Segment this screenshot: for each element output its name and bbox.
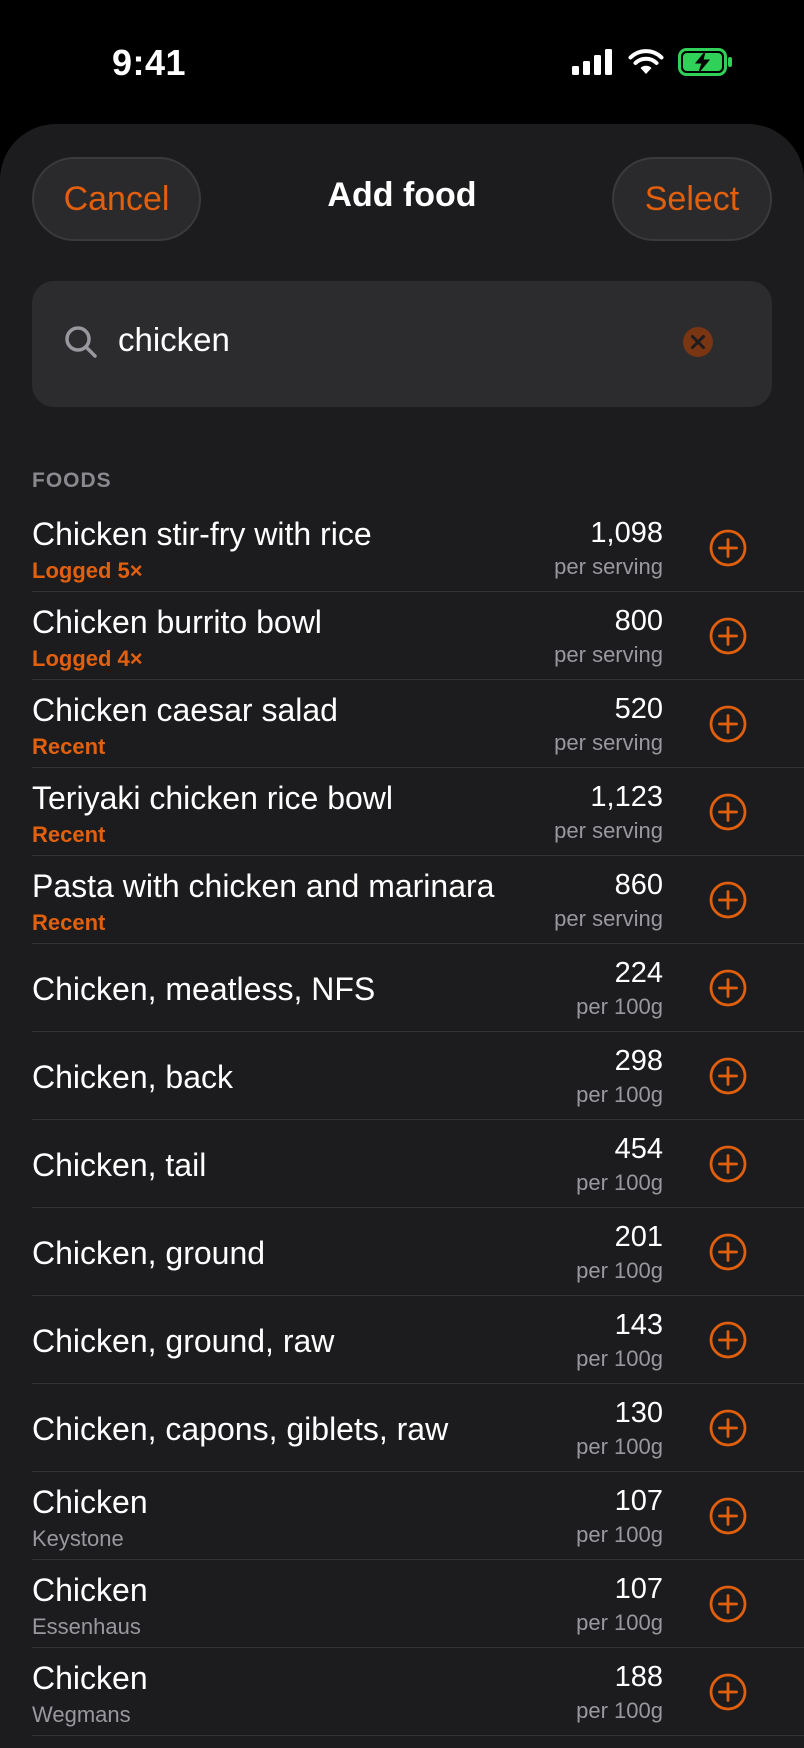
battery-charging-icon <box>678 48 732 76</box>
food-brand: Keystone <box>32 1526 124 1551</box>
food-name: Chicken stir-fry with rice <box>32 516 372 552</box>
food-serving-unit: per 100g <box>576 1082 663 1107</box>
food-calories: 298 <box>614 1045 663 1077</box>
search-field[interactable]: chicken <box>32 281 772 407</box>
food-serving-unit: per serving <box>554 818 663 843</box>
food-serving-unit: per serving <box>554 554 663 579</box>
food-name: Chicken burrito bowl <box>32 604 322 640</box>
wifi-icon <box>628 49 664 74</box>
food-serving-unit: per 100g <box>576 1522 663 1547</box>
food-calories: 1,098 <box>590 517 663 549</box>
food-name: Chicken <box>32 1572 148 1608</box>
food-row[interactable]: Pasta with chicken and marinara Recent 860… <box>0 856 804 944</box>
food-row[interactable]: Chicken burrito bowl Logged 4× 800 per serv… <box>0 592 804 680</box>
section-header-foods: FOODS <box>32 469 112 492</box>
food-serving-unit: per serving <box>554 730 663 755</box>
food-serving-unit: per 100g <box>576 1346 663 1371</box>
food-name: Chicken <box>32 1484 148 1520</box>
food-name: Teriyaki chicken rice bowl <box>32 780 394 816</box>
add-food-icon[interactable] <box>709 1233 747 1271</box>
food-calories: 520 <box>614 693 663 725</box>
food-row[interactable]: Chicken, tail 454 per 100g <box>0 1120 804 1208</box>
food-calories: 800 <box>614 605 663 637</box>
status-bar: 9:41 <box>0 0 804 124</box>
add-food-sheet: Cancel Add food Select chicken FOODS Chi… <box>0 124 804 1748</box>
food-list: Chicken stir-fry with rice Logged 5× 1,098… <box>0 504 804 1736</box>
search-input[interactable]: chicken <box>118 321 230 359</box>
food-row[interactable]: Chicken, ground 201 per 100g <box>0 1208 804 1296</box>
food-serving-unit: per 100g <box>576 1610 663 1635</box>
add-food-icon[interactable] <box>709 1145 747 1183</box>
food-log-tag: Logged 4× <box>32 646 143 671</box>
food-log-tag: Recent <box>32 734 106 759</box>
add-food-icon[interactable] <box>709 1585 747 1623</box>
food-log-tag: Recent <box>32 822 106 847</box>
add-food-icon[interactable] <box>709 1409 747 1447</box>
add-food-icon[interactable] <box>709 705 747 743</box>
status-icons <box>572 48 734 76</box>
food-name: Chicken caesar salad <box>32 692 338 728</box>
food-calories: 130 <box>614 1397 663 1429</box>
add-food-icon[interactable] <box>709 617 747 655</box>
food-row[interactable]: Teriyaki chicken rice bowl Recent 1,123 per… <box>0 768 804 856</box>
food-row[interactable]: Chicken, back 298 per 100g <box>0 1032 804 1120</box>
cellular-signal-icon <box>572 49 612 75</box>
food-name: Pasta with chicken and marinara <box>32 868 495 904</box>
food-serving-unit: per serving <box>554 906 663 931</box>
food-serving-unit: per serving <box>554 642 663 667</box>
food-name: Chicken, capons, giblets, raw <box>32 1411 449 1447</box>
add-food-icon[interactable] <box>709 1057 747 1095</box>
food-log-tag: Recent <box>32 910 106 935</box>
food-row[interactable]: Chicken caesar salad Recent 520 per serving <box>0 680 804 768</box>
food-calories: 201 <box>614 1221 663 1253</box>
food-row[interactable]: Chicken, ground, raw 143 per 100g <box>0 1296 804 1384</box>
search-icon <box>65 326 97 358</box>
add-food-icon[interactable] <box>709 1321 747 1359</box>
food-calories: 454 <box>614 1133 663 1165</box>
food-serving-unit: per 100g <box>576 1170 663 1195</box>
food-serving-unit: per 100g <box>576 1434 663 1459</box>
food-name: Chicken, ground <box>32 1235 266 1271</box>
add-food-icon[interactable] <box>709 1497 747 1535</box>
food-row[interactable]: Chicken, meatless, NFS 224 per 100g <box>0 944 804 1032</box>
food-name: Chicken, ground, raw <box>32 1323 335 1359</box>
food-calories: 860 <box>614 869 663 901</box>
add-food-icon[interactable] <box>709 881 747 919</box>
select-button[interactable]: Select <box>612 157 772 241</box>
food-calories: 107 <box>614 1573 663 1605</box>
food-calories: 224 <box>614 957 663 989</box>
food-serving-unit: per 100g <box>576 994 663 1019</box>
food-row[interactable]: Chicken, capons, giblets, raw 130 per 100g <box>0 1384 804 1472</box>
food-brand: Wegmans <box>32 1702 131 1727</box>
clear-search-icon[interactable] <box>682 326 714 358</box>
food-row[interactable]: Chicken stir-fry with rice Logged 5× 1,098… <box>0 504 804 592</box>
food-calories: 1,123 <box>590 781 663 813</box>
food-name: Chicken <box>32 1660 148 1696</box>
food-calories: 143 <box>614 1309 663 1341</box>
food-log-tag: Logged 5× <box>32 558 143 583</box>
status-time: 9:41 <box>112 42 187 83</box>
food-row[interactable]: Chicken Wegmans 188 per 100g <box>0 1648 804 1736</box>
food-calories: 107 <box>614 1485 663 1517</box>
add-food-icon[interactable] <box>709 529 747 567</box>
add-food-icon[interactable] <box>709 969 747 1007</box>
food-serving-unit: per 100g <box>576 1258 663 1283</box>
food-row[interactable]: Chicken Essenhaus 107 per 100g <box>0 1560 804 1648</box>
food-calories: 188 <box>614 1661 663 1693</box>
food-serving-unit: per 100g <box>576 1698 663 1723</box>
food-row[interactable]: Chicken Keystone 107 per 100g <box>0 1472 804 1560</box>
food-brand: Essenhaus <box>32 1614 141 1639</box>
food-name: Chicken, back <box>32 1059 233 1095</box>
add-food-icon[interactable] <box>709 793 747 831</box>
food-name: Chicken, meatless, NFS <box>32 971 376 1007</box>
add-food-icon[interactable] <box>709 1673 747 1711</box>
food-name: Chicken, tail <box>32 1147 207 1183</box>
